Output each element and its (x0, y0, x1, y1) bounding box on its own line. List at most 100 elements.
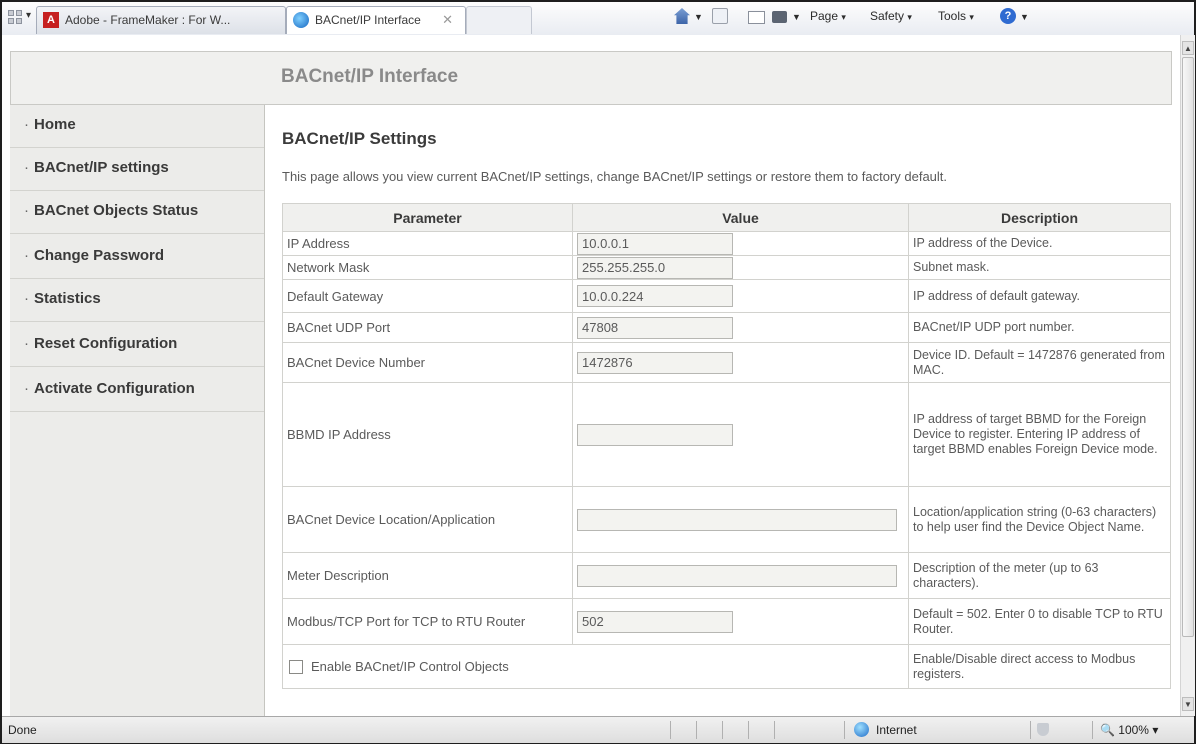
value-cell (572, 279, 909, 313)
desc-cell: Subnet mask. (908, 255, 1171, 280)
param-cell: BACnet Device Number (282, 342, 573, 383)
column-header-description: Description (908, 203, 1171, 232)
table-row: Enable BACnet/IP Control Objects Enable/… (282, 644, 1171, 689)
default-gateway-input[interactable] (577, 285, 733, 307)
param-cell: Network Mask (282, 255, 573, 280)
sidebar-item-label: Change Password (34, 247, 165, 264)
bacnet-udp-port-input[interactable] (577, 316, 733, 339)
feeds-icon[interactable] (712, 8, 728, 24)
page-header: BACnet/IP Interface (10, 51, 1172, 105)
tools-menu-label: Tools (938, 9, 967, 23)
print-icon[interactable] (772, 11, 787, 23)
intro-text: This page allows you view current BACnet… (282, 169, 948, 184)
sidebar-item-label: Statistics (34, 290, 101, 307)
table-header-row: Parameter Value Description (282, 203, 1171, 232)
sidebar-item-label: Reset Configuration (34, 335, 178, 352)
table-row: IP Address IP address of the Device. (282, 231, 1171, 256)
column-header-value: Value (572, 203, 909, 232)
desc-cell: Device ID. Default = 1472876 generated f… (908, 342, 1171, 383)
param-cell: BACnet Device Location/Application (282, 486, 573, 553)
browser-window: ▾ A Adobe - FrameMaker : For W... BACnet… (0, 0, 1196, 744)
ip-address-input[interactable] (577, 232, 733, 255)
settings-table: Parameter Value Description IP Address I… (282, 203, 1171, 689)
value-cell (572, 598, 909, 645)
desc-cell: IP address of default gateway. (908, 279, 1171, 313)
param-cell: BACnet UDP Port (282, 312, 573, 343)
bbmd-ip-address-input[interactable] (577, 423, 733, 446)
value-cell (572, 312, 909, 343)
sidebar-item-bacnet-objects-status[interactable]: · BACnet Objects Status (10, 191, 264, 234)
checkbox-cell: Enable BACnet/IP Control Objects (282, 644, 909, 689)
quick-tabs-icon[interactable] (8, 10, 22, 24)
sidebar-item-home[interactable]: · Home (10, 105, 264, 148)
table-row: Meter Description Description of the met… (282, 552, 1171, 599)
tools-menu[interactable]: Tools ▾ (938, 9, 974, 23)
meter-description-input[interactable] (577, 564, 897, 587)
protected-mode-icon[interactable] (1037, 723, 1049, 736)
chevron-down-icon[interactable]: ▼ (1020, 12, 1029, 22)
checkbox-label: Enable BACnet/IP Control Objects (311, 658, 509, 674)
tab-title: BACnet/IP Interface (315, 13, 421, 27)
zoom-value: 100% (1118, 723, 1149, 737)
sidebar-item-label: Activate Configuration (34, 380, 195, 397)
sidebar-item-statistics[interactable]: · Statistics (10, 279, 264, 322)
modbus-tcp-port-input[interactable] (577, 610, 733, 633)
enable-control-objects-checkbox[interactable] (289, 660, 303, 675)
tab-framemaker[interactable]: A Adobe - FrameMaker : For W... (36, 6, 286, 34)
ie-icon (293, 12, 309, 28)
param-cell: BBMD IP Address (282, 382, 573, 487)
param-cell: Modbus/TCP Port for TCP to RTU Router (282, 598, 573, 645)
value-cell (572, 486, 909, 553)
value-cell (572, 382, 909, 487)
security-zone[interactable]: Internet (876, 723, 917, 737)
network-mask-input[interactable] (577, 256, 733, 279)
header-title: BACnet/IP Interface (281, 66, 459, 87)
desc-cell: BACnet/IP UDP port number. (908, 312, 1171, 343)
tab-list-dropdown-icon[interactable]: ▾ (26, 10, 31, 21)
zoom-level[interactable]: 🔍 100% ▾ (1100, 723, 1158, 737)
chevron-down-icon[interactable]: ▼ (792, 12, 801, 22)
param-cell: Default Gateway (282, 279, 573, 313)
status-bar: Done Internet 🔍 100% ▾ (2, 716, 1194, 743)
value-cell (572, 255, 909, 280)
desc-cell: Default = 502. Enter 0 to disable TCP to… (908, 598, 1171, 645)
desc-cell: Location/application string (0-63 charac… (908, 486, 1171, 553)
vertical-scrollbar[interactable]: ▲ ▼ (1180, 35, 1195, 716)
scroll-down-icon[interactable]: ▼ (1182, 697, 1194, 711)
sidebar-item-label: BACnet Objects Status (34, 202, 199, 219)
value-cell (572, 552, 909, 599)
sidebar-item-activate-configuration[interactable]: · Activate Configuration (10, 369, 264, 412)
scroll-up-icon[interactable]: ▲ (1182, 41, 1194, 55)
device-number-input[interactable] (577, 351, 733, 374)
mail-icon[interactable] (748, 11, 765, 24)
safety-menu[interactable]: Safety ▾ (870, 9, 912, 23)
value-cell (572, 231, 909, 256)
sidebar-item-bacnet-ip-settings[interactable]: · BACnet/IP settings (10, 148, 264, 191)
adobe-icon: A (43, 12, 59, 28)
sidebar-item-change-password[interactable]: · Change Password (10, 236, 264, 279)
chevron-down-icon[interactable]: ▼ (694, 12, 703, 22)
tab-bacnet-interface[interactable]: BACnet/IP Interface ✕ (286, 6, 466, 34)
desc-cell: IP address of target BBMD for the Foreig… (908, 382, 1171, 487)
device-location-input[interactable] (577, 508, 897, 531)
safety-menu-label: Safety (870, 9, 905, 23)
sidebar-item-label: Home (34, 116, 76, 133)
close-tab-icon[interactable]: ✕ (442, 7, 453, 33)
table-row: Modbus/TCP Port for TCP to RTU Router De… (282, 598, 1171, 645)
new-tab-button[interactable] (466, 6, 532, 34)
tab-title: Adobe - FrameMaker : For W... (65, 13, 231, 27)
home-icon[interactable] (674, 8, 690, 24)
sidebar-item-reset-configuration[interactable]: · Reset Configuration (10, 324, 264, 367)
table-row: BACnet Device Location/Application Locat… (282, 486, 1171, 553)
table-row: Default Gateway IP address of default ga… (282, 279, 1171, 313)
help-icon[interactable]: ? (1000, 8, 1016, 24)
param-cell: Meter Description (282, 552, 573, 599)
page-menu[interactable]: Page ▾ (810, 9, 846, 23)
sidebar-item-label: BACnet/IP settings (34, 159, 169, 176)
desc-cell: Description of the meter (up to 63 chara… (908, 552, 1171, 599)
main-content: BACnet/IP Settings This page allows you … (272, 105, 1172, 716)
scrollbar-thumb[interactable] (1182, 57, 1194, 637)
table-row: BBMD IP Address IP address of target BBM… (282, 382, 1171, 487)
sidebar: · Home · BACnet/IP settings · BACnet Object… (10, 105, 265, 716)
desc-cell: Enable/Disable direct access to Modbus r… (908, 644, 1171, 689)
